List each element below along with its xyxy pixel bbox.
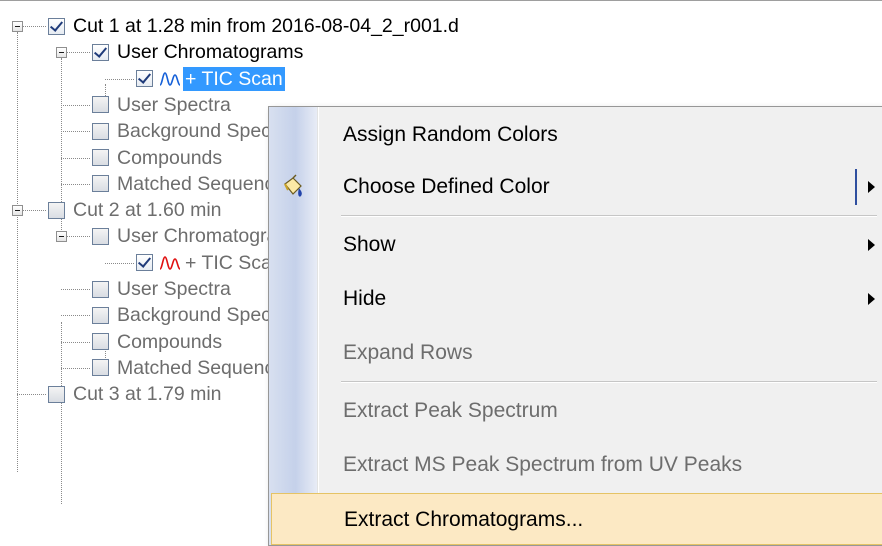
tree-row-label: Cut 1 at 1.28 min from 2016-08-04_2_r001… xyxy=(73,15,459,37)
collapse-toggle[interactable] xyxy=(12,205,23,217)
tree-line-branch xyxy=(61,315,90,317)
menu-separator xyxy=(341,215,877,217)
tree-line-branch xyxy=(61,367,90,369)
collapse-toggle[interactable] xyxy=(56,231,67,243)
menu-item-label: Extract Peak Spectrum xyxy=(343,399,558,422)
choose-defined-color-item[interactable]: Choose Defined Color xyxy=(271,161,882,213)
chromatogram-red-icon xyxy=(159,255,181,270)
assign-random-colors-item[interactable]: Assign Random Colors xyxy=(271,109,882,161)
tree-row[interactable]: Cut 1 at 1.28 min from 2016-08-04_2_r001… xyxy=(48,13,461,39)
paint-bucket-icon xyxy=(284,174,302,197)
row-checkbox[interactable] xyxy=(136,70,153,88)
extract-peak-spectrum-item[interactable]: Extract Peak Spectrum xyxy=(271,385,882,437)
tree-row[interactable]: Cut 3 at 1.79 min xyxy=(48,381,224,407)
tree-line-branch xyxy=(61,289,90,290)
extract-ms-peak-spectrum-item[interactable]: Extract MS Peak Spectrum from UV Peaks xyxy=(271,439,882,491)
menu-item-label: Choose Defined Color xyxy=(343,175,550,198)
chromatogram-blue-icon xyxy=(159,71,181,86)
tree-row[interactable]: Background Spectra xyxy=(92,118,296,144)
row-checkbox[interactable] xyxy=(92,43,109,61)
tree-line-branch xyxy=(61,183,90,185)
tree-line-branch xyxy=(105,78,134,80)
show-item[interactable]: Show xyxy=(271,219,882,271)
collapse-toggle[interactable] xyxy=(56,47,67,59)
collapse-toggle[interactable] xyxy=(12,21,23,32)
row-checkbox[interactable] xyxy=(48,17,65,35)
menu-item-label: Extract MS Peak Spectrum from UV Peaks xyxy=(343,453,743,476)
submenu-arrow-icon xyxy=(868,181,875,193)
row-checkbox[interactable] xyxy=(92,280,109,298)
tree-row[interactable]: User Spectra xyxy=(92,92,233,118)
tree-line-branch xyxy=(61,157,90,159)
row-checkbox[interactable] xyxy=(92,359,109,377)
row-checkbox[interactable] xyxy=(92,333,109,351)
tree-row[interactable]: Compounds xyxy=(92,329,224,355)
row-checkbox[interactable] xyxy=(92,306,109,324)
row-checkbox[interactable] xyxy=(92,227,109,245)
row-checkbox[interactable] xyxy=(92,122,109,140)
tree-row[interactable]: + TIC Scan xyxy=(136,250,285,276)
tree-line-branch xyxy=(61,104,90,106)
submenu-arrow-icon xyxy=(868,239,875,251)
row-checkbox[interactable] xyxy=(48,201,65,219)
tree-row-label: User Spectra xyxy=(117,278,231,300)
tree-row-label: Cut 2 at 1.60 min xyxy=(73,199,222,222)
tree-line-cut2 xyxy=(61,322,62,504)
tree-row-label: User Chromatograms xyxy=(117,41,304,64)
tree-row-label: Compounds xyxy=(117,330,223,353)
menu-item-label: Extract Chromatograms... xyxy=(344,508,584,531)
tree-row[interactable]: Matched Sequences xyxy=(92,171,297,197)
extract-chromatograms-item[interactable]: Extract Chromatograms... xyxy=(271,493,882,545)
tree-line-branch xyxy=(61,341,90,343)
menu-item-label: Hide xyxy=(343,287,387,310)
tree-line-branch xyxy=(105,262,134,264)
tree-row[interactable]: Matched Sequences xyxy=(92,355,297,381)
expand-rows-item[interactable]: Expand Rows xyxy=(271,327,882,379)
tree-line-branch xyxy=(17,394,46,396)
tree-line-root xyxy=(17,32,18,472)
row-checkbox[interactable] xyxy=(48,385,65,403)
row-checkbox[interactable] xyxy=(92,96,109,114)
menu-item-label: Show xyxy=(343,233,396,256)
tree-row[interactable]: User Chromatograms xyxy=(92,39,305,65)
row-checkbox[interactable] xyxy=(136,254,153,272)
tree-row-label: Compounds xyxy=(117,146,223,169)
tree-line-branch xyxy=(61,131,90,133)
row-checkbox[interactable] xyxy=(92,175,109,193)
tree-row-label: Cut 3 at 1.79 min xyxy=(73,383,222,406)
tree-row-label: User Spectra xyxy=(117,93,231,116)
tree-row-label: + TIC Scan xyxy=(183,66,285,91)
tree-row[interactable]: Compounds xyxy=(92,145,224,171)
submenu-arrow-icon xyxy=(868,293,875,305)
hide-item[interactable]: Hide xyxy=(271,273,882,325)
tree-row[interactable]: Cut 2 at 1.60 min xyxy=(48,197,224,223)
context-menu: Assign Random Colors Choose Defined Color… xyxy=(268,106,882,546)
tree-row[interactable]: User Spectra xyxy=(92,276,233,302)
menu-separator xyxy=(341,381,877,383)
row-checkbox[interactable] xyxy=(92,149,109,166)
submenu-split-divider xyxy=(855,169,857,205)
tree-row[interactable]: Background Spectra xyxy=(92,302,296,328)
tree-row[interactable]: + TIC Scan xyxy=(136,66,285,92)
menu-item-label: Assign Random Colors xyxy=(343,123,558,146)
menu-item-label: Expand Rows xyxy=(343,341,473,364)
